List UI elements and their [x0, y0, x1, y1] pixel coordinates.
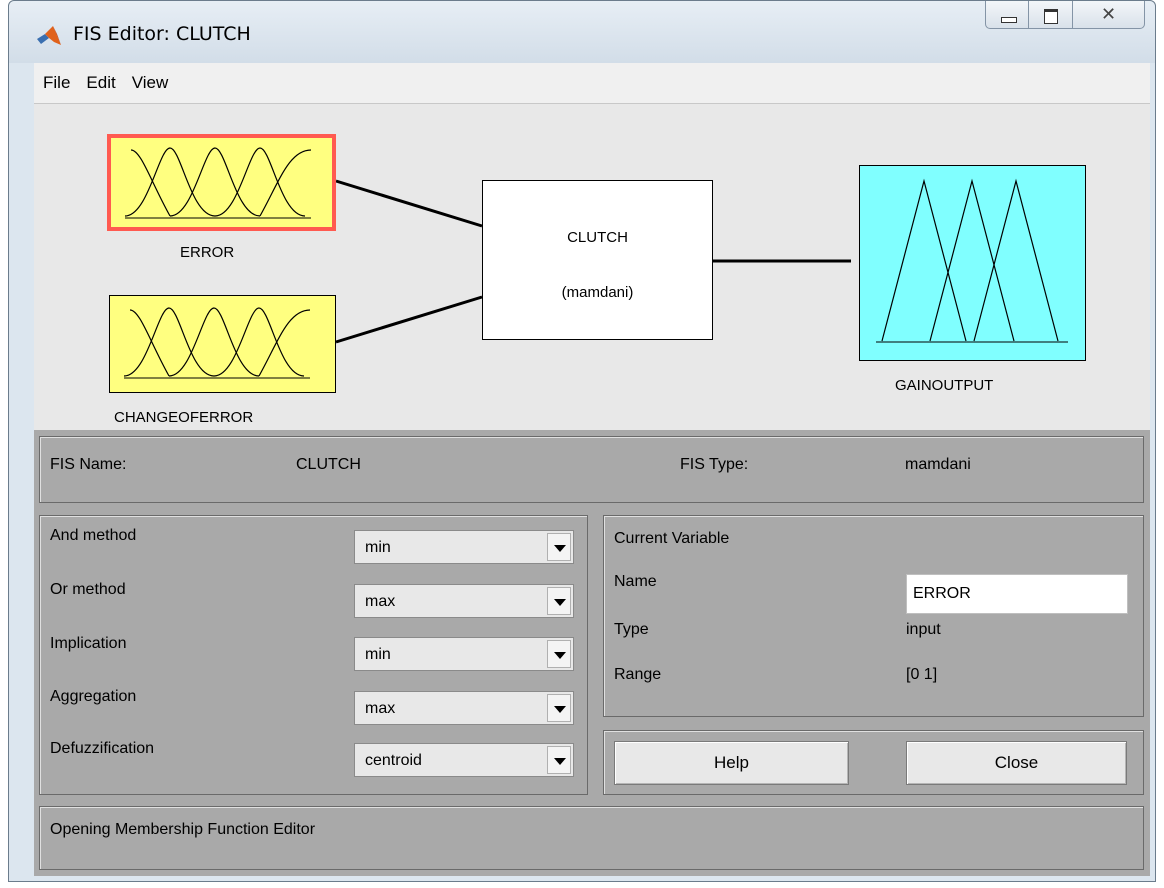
gaussian-mf-plot: [124, 147, 312, 219]
close-window-button[interactable]: ✕: [1073, 1, 1145, 29]
and-method-label: And method: [50, 527, 137, 544]
gaussian-mf-plot: [123, 307, 311, 379]
input-error-label: ERROR: [180, 244, 235, 261]
fis-info-panel: FIS Name: CLUTCH FIS Type: mamdani: [39, 436, 1144, 503]
minimize-button[interactable]: [985, 1, 1029, 29]
menu-bar: File Edit View: [34, 63, 1150, 104]
or-method-label: Or method: [50, 581, 126, 598]
status-text: Opening Membership Function Editor: [50, 821, 316, 838]
chevron-down-icon: [547, 640, 571, 668]
aggregation-value: max: [365, 700, 396, 717]
input-changeoferror-box[interactable]: [109, 295, 336, 393]
defuzzification-select[interactable]: centroid: [354, 743, 574, 777]
or-method-select[interactable]: max: [354, 584, 574, 618]
defuzzification-value: centroid: [365, 752, 422, 769]
and-method-value: min: [365, 539, 391, 556]
current-variable-title: Current Variable: [614, 530, 730, 547]
matlab-logo-icon: [37, 26, 61, 45]
input-error-box[interactable]: [107, 134, 336, 231]
status-panel: Opening Membership Function Editor: [39, 806, 1144, 870]
menu-edit[interactable]: Edit: [78, 73, 123, 93]
and-method-select[interactable]: min: [354, 530, 574, 564]
window-controls: ✕: [985, 1, 1145, 31]
system-name: CLUTCH: [567, 229, 628, 246]
variable-name-field[interactable]: ERROR: [906, 574, 1128, 614]
or-method-value: max: [365, 593, 396, 610]
methods-panel: And method min Or method max Implication…: [39, 515, 588, 795]
chevron-down-icon: [547, 746, 571, 774]
chevron-down-icon: [547, 587, 571, 615]
fis-editor-window: FIS Editor: CLUTCH ✕ File Edit View ERRO…: [8, 0, 1156, 882]
fis-name-label: FIS Name:: [50, 456, 127, 473]
chevron-down-icon: [547, 533, 571, 561]
implication-label: Implication: [50, 635, 127, 652]
menu-view[interactable]: View: [124, 73, 177, 93]
fis-type-label: FIS Type:: [680, 456, 749, 473]
system-clutch-box[interactable]: CLUTCH (mamdani): [482, 180, 713, 340]
title-bar[interactable]: FIS Editor: CLUTCH ✕: [9, 1, 1155, 63]
aggregation-label: Aggregation: [50, 688, 137, 705]
client-area: ERROR CHANGEOFERROR CLUTCH (mamdani) GAI…: [34, 104, 1150, 876]
triangular-mf-plot: [876, 178, 1068, 343]
close-icon: ✕: [1100, 4, 1117, 24]
fis-type-value: mamdani: [905, 456, 971, 473]
implication-value: min: [365, 646, 391, 663]
close-button[interactable]: Close: [906, 741, 1127, 785]
implication-select[interactable]: min: [354, 637, 574, 671]
output-gainoutput-label: GAINOUTPUT: [895, 377, 994, 394]
system-type: (mamdani): [561, 284, 634, 301]
defuzzification-label: Defuzzification: [50, 740, 155, 757]
input-changeoferror-label: CHANGEOFERROR: [114, 409, 254, 426]
chevron-down-icon: [547, 694, 571, 722]
properties-area: FIS Name: CLUTCH FIS Type: mamdani And m…: [34, 430, 1150, 876]
maximize-button[interactable]: [1029, 1, 1073, 29]
help-button[interactable]: Help: [614, 741, 849, 785]
variable-name-label: Name: [614, 573, 657, 590]
minimize-icon: [1001, 17, 1017, 23]
menu-file[interactable]: File: [34, 73, 78, 93]
aggregation-select[interactable]: max: [354, 691, 574, 725]
window-title: FIS Editor: CLUTCH: [73, 23, 251, 45]
fis-diagram: ERROR CHANGEOFERROR CLUTCH (mamdani) GAI…: [34, 104, 1150, 430]
buttons-panel: Help Close: [603, 730, 1144, 795]
fis-name-value: CLUTCH: [296, 456, 361, 473]
variable-range-value: [0 1]: [906, 666, 938, 683]
variable-type-value: input: [906, 621, 941, 638]
output-gainoutput-box[interactable]: [859, 165, 1086, 361]
maximize-icon: [1044, 9, 1058, 24]
current-variable-panel: Current Variable Name ERROR Type input R…: [603, 515, 1144, 717]
variable-range-label: Range: [614, 666, 662, 683]
variable-type-label: Type: [614, 621, 649, 638]
